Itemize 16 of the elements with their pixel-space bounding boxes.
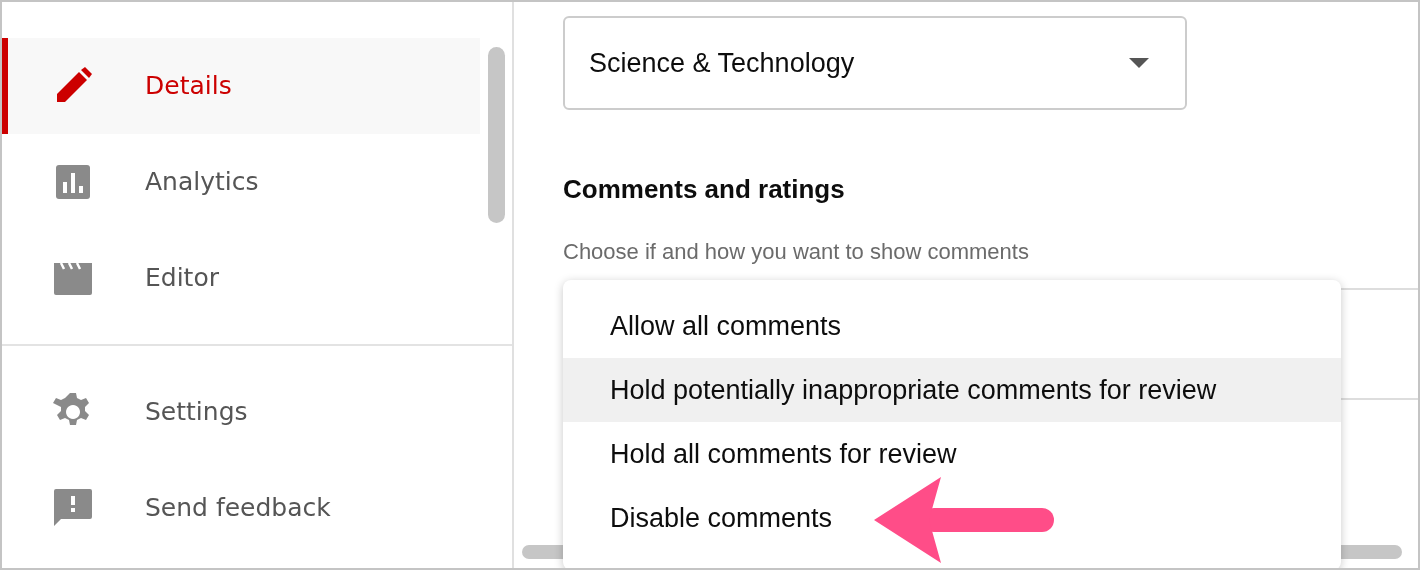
caret-icon bbox=[1129, 58, 1149, 68]
menu-option[interactable]: Disable comments bbox=[563, 486, 1341, 550]
sidebar-item[interactable]: Analytics bbox=[2, 134, 480, 230]
menu-option[interactable]: Hold all comments for review bbox=[563, 422, 1341, 486]
menu-option[interactable]: Allow all comments bbox=[563, 294, 1341, 358]
bar-chart-icon bbox=[53, 162, 93, 202]
scrollbar[interactable] bbox=[488, 47, 505, 223]
sidebar-item[interactable]: Details bbox=[2, 38, 480, 134]
sidebar-item[interactable]: Send feedback bbox=[2, 460, 480, 556]
feedback-icon bbox=[53, 488, 93, 528]
section-description: Choose if and how you want to show comments bbox=[563, 238, 1030, 266]
section-heading: Comments and ratings bbox=[563, 173, 846, 206]
sidebar-item[interactable]: Settings bbox=[2, 364, 480, 460]
menu-option[interactable]: Hold potentially inappropriate comments for review bbox=[563, 358, 1341, 422]
category-dropdown[interactable]: Science & Technology bbox=[563, 16, 1187, 110]
sidebar-item[interactable]: Editor bbox=[2, 230, 480, 326]
